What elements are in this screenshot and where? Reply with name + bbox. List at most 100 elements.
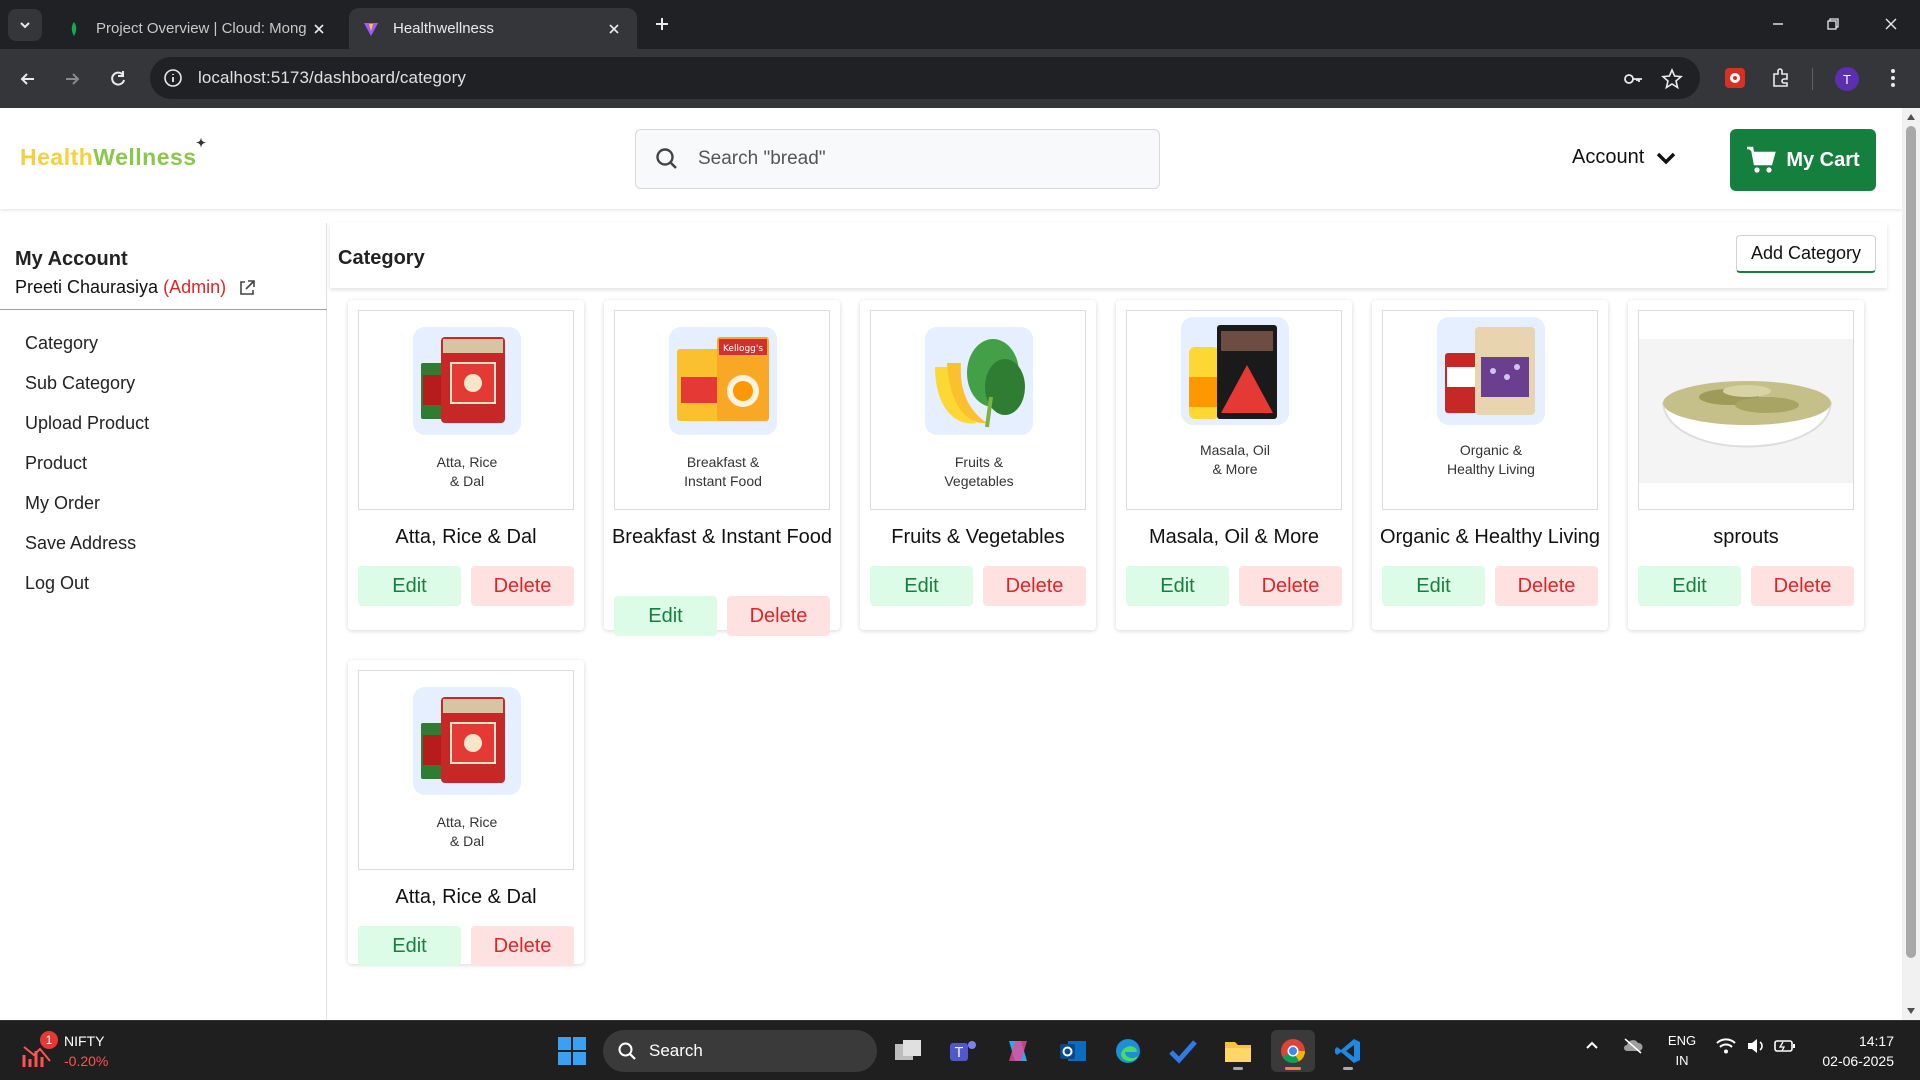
external-link-icon[interactable] bbox=[238, 279, 256, 297]
edit-button[interactable]: Edit bbox=[1638, 566, 1741, 606]
category-name: Atta, Rice & Dal bbox=[395, 886, 537, 908]
clock-date: 02-06-2025 bbox=[1822, 1053, 1894, 1069]
language-indicator[interactable]: ENG IN bbox=[1664, 1031, 1700, 1071]
onedrive-off-icon[interactable] bbox=[1622, 1037, 1644, 1058]
close-icon[interactable] bbox=[605, 20, 623, 38]
caption-line: Atta, Rice bbox=[436, 814, 498, 830]
search-icon bbox=[618, 1042, 636, 1060]
search-input[interactable]: Search "bread" bbox=[635, 129, 1160, 189]
reload-button[interactable] bbox=[104, 65, 132, 93]
account-dropdown[interactable]: Account bbox=[1572, 146, 1676, 169]
volume-icon[interactable] bbox=[1746, 1037, 1766, 1058]
vscode-app[interactable] bbox=[1326, 1030, 1370, 1072]
page-scrollbar[interactable] bbox=[1902, 108, 1920, 1020]
sidebar-item-product[interactable]: Product bbox=[0, 443, 327, 483]
edit-button[interactable]: Edit bbox=[1126, 566, 1229, 606]
system-clock[interactable]: 14:17 02-06-2025 bbox=[1818, 1031, 1894, 1071]
edit-button[interactable]: Edit bbox=[614, 596, 717, 636]
site-logo[interactable]: HealthWellness ✦ bbox=[20, 136, 206, 171]
user-name: Preeti Chaurasiya bbox=[15, 277, 159, 297]
tray-overflow-chevron-icon[interactable] bbox=[1584, 1037, 1600, 1056]
outlook-icon bbox=[1060, 1041, 1086, 1061]
copilot-app[interactable] bbox=[996, 1030, 1040, 1072]
sidebar-item-log-out[interactable]: Log Out bbox=[0, 563, 327, 603]
bookmark-star-icon[interactable] bbox=[1659, 66, 1685, 92]
chevron-down-icon bbox=[20, 22, 30, 29]
delete-button[interactable]: Delete bbox=[1495, 566, 1598, 606]
chrome-app[interactable] bbox=[1271, 1030, 1315, 1072]
arrow-right-icon bbox=[66, 73, 80, 85]
file-explorer-app[interactable] bbox=[1216, 1030, 1260, 1072]
delete-button[interactable]: Delete bbox=[727, 596, 830, 636]
content-header: Category Add Category bbox=[330, 223, 1887, 288]
atta-pack-image bbox=[421, 337, 505, 423]
more-menu-icon[interactable] bbox=[1879, 64, 1907, 92]
extension-red-icon[interactable] bbox=[1721, 64, 1749, 92]
folder-icon bbox=[1225, 1042, 1251, 1062]
wifi-icon[interactable] bbox=[1716, 1037, 1736, 1058]
sidebar-item-upload-product[interactable]: Upload Product bbox=[0, 403, 327, 443]
start-button[interactable] bbox=[550, 1030, 594, 1072]
close-icon bbox=[1885, 18, 1897, 30]
stock-widget[interactable]: 1 NIFTY -0.20% bbox=[22, 1031, 142, 1073]
close-icon[interactable] bbox=[310, 20, 328, 38]
logo-text-health: Health bbox=[20, 144, 94, 170]
outlook-app[interactable] bbox=[1051, 1030, 1095, 1072]
delete-button[interactable]: Delete bbox=[1751, 566, 1854, 606]
category-image: Fruits & Vegetables bbox=[870, 310, 1086, 510]
close-window-button[interactable] bbox=[1876, 10, 1906, 38]
edit-button[interactable]: Edit bbox=[358, 566, 461, 606]
scroll-down-arrow-icon[interactable] bbox=[1907, 1008, 1915, 1014]
tab-healthwellness[interactable]: Healthwellness bbox=[349, 8, 637, 49]
mongodb-leaf-icon bbox=[71, 21, 77, 36]
extensions-puzzle-icon[interactable] bbox=[1767, 64, 1795, 92]
category-card: sprouts Edit Delete bbox=[1628, 300, 1864, 630]
lang-line: IN bbox=[1675, 1053, 1689, 1068]
delete-button[interactable]: Delete bbox=[471, 566, 574, 606]
restore-button[interactable] bbox=[1818, 10, 1848, 38]
edit-button[interactable]: Edit bbox=[358, 926, 461, 966]
forward-button[interactable] bbox=[58, 65, 86, 93]
task-view-button[interactable] bbox=[886, 1030, 930, 1072]
back-button[interactable] bbox=[14, 65, 42, 93]
category-card: Fruits & Vegetables Fruits & Vegetables … bbox=[860, 300, 1096, 630]
cart-label: My Cart bbox=[1786, 148, 1860, 171]
minimize-button[interactable] bbox=[1763, 10, 1793, 38]
battery-icon[interactable] bbox=[1774, 1037, 1796, 1058]
category-image: Atta, Rice & Dal bbox=[358, 310, 574, 510]
delete-button[interactable]: Delete bbox=[1239, 566, 1342, 606]
tab-title: Healthwellness bbox=[393, 20, 494, 37]
checkmark-icon bbox=[1169, 1040, 1197, 1064]
tab-title: Project Overview | Cloud: Mong bbox=[96, 20, 307, 37]
category-card: Kellogg's Breakfast & Instant Food Break… bbox=[604, 300, 840, 636]
edit-button[interactable]: Edit bbox=[870, 566, 973, 606]
edge-app[interactable] bbox=[1106, 1030, 1150, 1072]
sparkle-icon: ✦ bbox=[196, 136, 207, 150]
scrollbar-thumb[interactable] bbox=[1906, 126, 1916, 958]
site-info-icon[interactable] bbox=[162, 67, 184, 89]
sidebar-item-my-order[interactable]: My Order bbox=[0, 483, 327, 523]
address-bar[interactable]: localhost:5173/dashboard/category bbox=[150, 57, 1700, 99]
teams-app[interactable]: T bbox=[941, 1030, 985, 1072]
image-caption: Breakfast & Instant Food bbox=[615, 453, 829, 491]
sidebar-item-sub-category[interactable]: Sub Category bbox=[0, 363, 327, 403]
my-cart-button[interactable]: My Cart bbox=[1730, 129, 1876, 191]
edit-button[interactable]: Edit bbox=[1382, 566, 1485, 606]
delete-button[interactable]: Delete bbox=[983, 566, 1086, 606]
delete-button[interactable]: Delete bbox=[471, 926, 574, 966]
password-key-icon[interactable] bbox=[1620, 66, 1646, 92]
new-tab-button[interactable] bbox=[650, 12, 674, 36]
tab-project-overview[interactable]: Project Overview | Cloud: Mong bbox=[52, 8, 342, 49]
active-indicator bbox=[1285, 1067, 1301, 1070]
fruits-vegetables-image bbox=[935, 339, 1025, 428]
todo-app[interactable] bbox=[1161, 1030, 1205, 1072]
taskbar-search[interactable]: Search bbox=[603, 1030, 877, 1072]
sidebar-item-save-address[interactable]: Save Address bbox=[0, 523, 327, 563]
profile-avatar[interactable]: T bbox=[1835, 67, 1859, 91]
tab-search-button[interactable] bbox=[8, 9, 42, 41]
add-category-button[interactable]: Add Category bbox=[1736, 235, 1876, 273]
scroll-up-arrow-icon[interactable] bbox=[1907, 114, 1915, 120]
category-thumbnail bbox=[413, 327, 521, 435]
caption-line: & Dal bbox=[449, 473, 485, 489]
sidebar-item-category[interactable]: Category bbox=[0, 323, 327, 363]
